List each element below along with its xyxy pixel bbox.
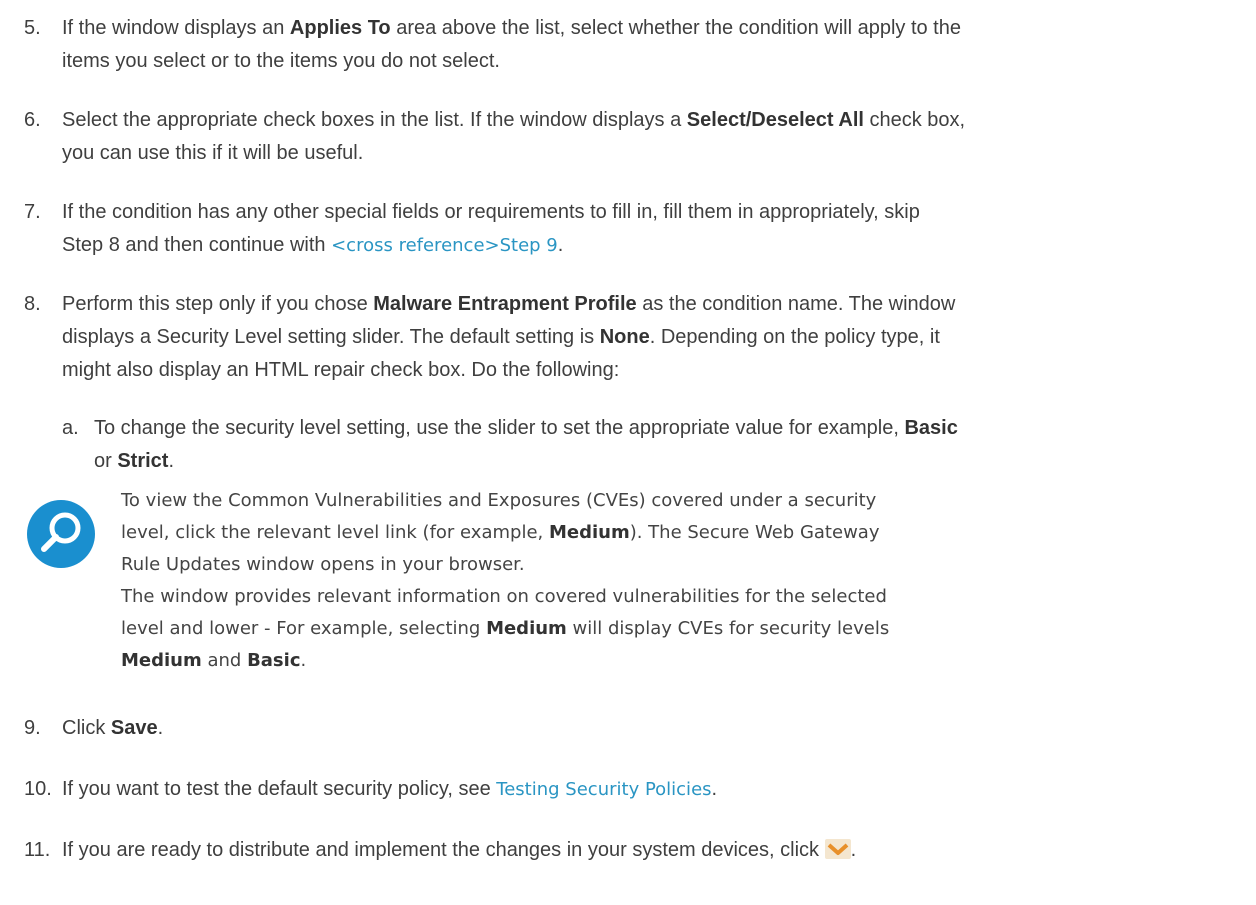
step-letter: a. — [62, 417, 79, 439]
none-label: None — [599, 326, 650, 348]
document-page: 5. If the window displays an Applies To … — [0, 0, 1256, 905]
step-text: If you are ready to distribute and imple… — [62, 837, 857, 861]
step-text: Perform this step only if you chose Malw… — [62, 293, 956, 381]
applies-to-label: Applies To — [289, 17, 391, 39]
step-number: 11. — [24, 839, 51, 861]
malware-entrapment-profile-label: Malware Entrapment Profile — [373, 293, 637, 315]
step-number: 9. — [24, 717, 41, 739]
testing-security-policies-link[interactable]: Testing Security Policies — [496, 779, 711, 800]
medium-label: Medium — [486, 618, 567, 639]
basic-label-2: Basic — [247, 650, 301, 671]
step-number: 6. — [24, 109, 41, 131]
deploy-chevron-icon[interactable] — [824, 837, 851, 859]
step-number: 10. — [24, 778, 52, 800]
select-deselect-all-label: Select/Deselect All — [686, 109, 864, 131]
save-label: Save — [110, 717, 158, 739]
step-text: To change the security level setting, us… — [94, 417, 958, 472]
step-number: 8. — [24, 293, 41, 315]
magnifier-icon — [26, 499, 96, 569]
medium-link-label: Medium — [548, 522, 630, 543]
medium-label-2: Medium — [121, 650, 202, 671]
cross-reference-link[interactable]: <cross reference>Step 9 — [331, 235, 558, 256]
step-number: 7. — [24, 201, 41, 223]
step-text: If the condition has any other special f… — [62, 201, 920, 256]
strict-label: Strict — [117, 450, 169, 472]
step-text: Select the appropriate check boxes in th… — [62, 109, 966, 164]
note-text: To view the Common Vulnerabilities and E… — [121, 490, 890, 671]
step-text: If the window displays an Applies To are… — [62, 17, 961, 72]
step-text: Click Save. — [62, 717, 164, 739]
step-text: If you want to test the default security… — [62, 778, 718, 800]
step-number: 5. — [24, 17, 41, 39]
basic-label: Basic — [904, 417, 958, 439]
